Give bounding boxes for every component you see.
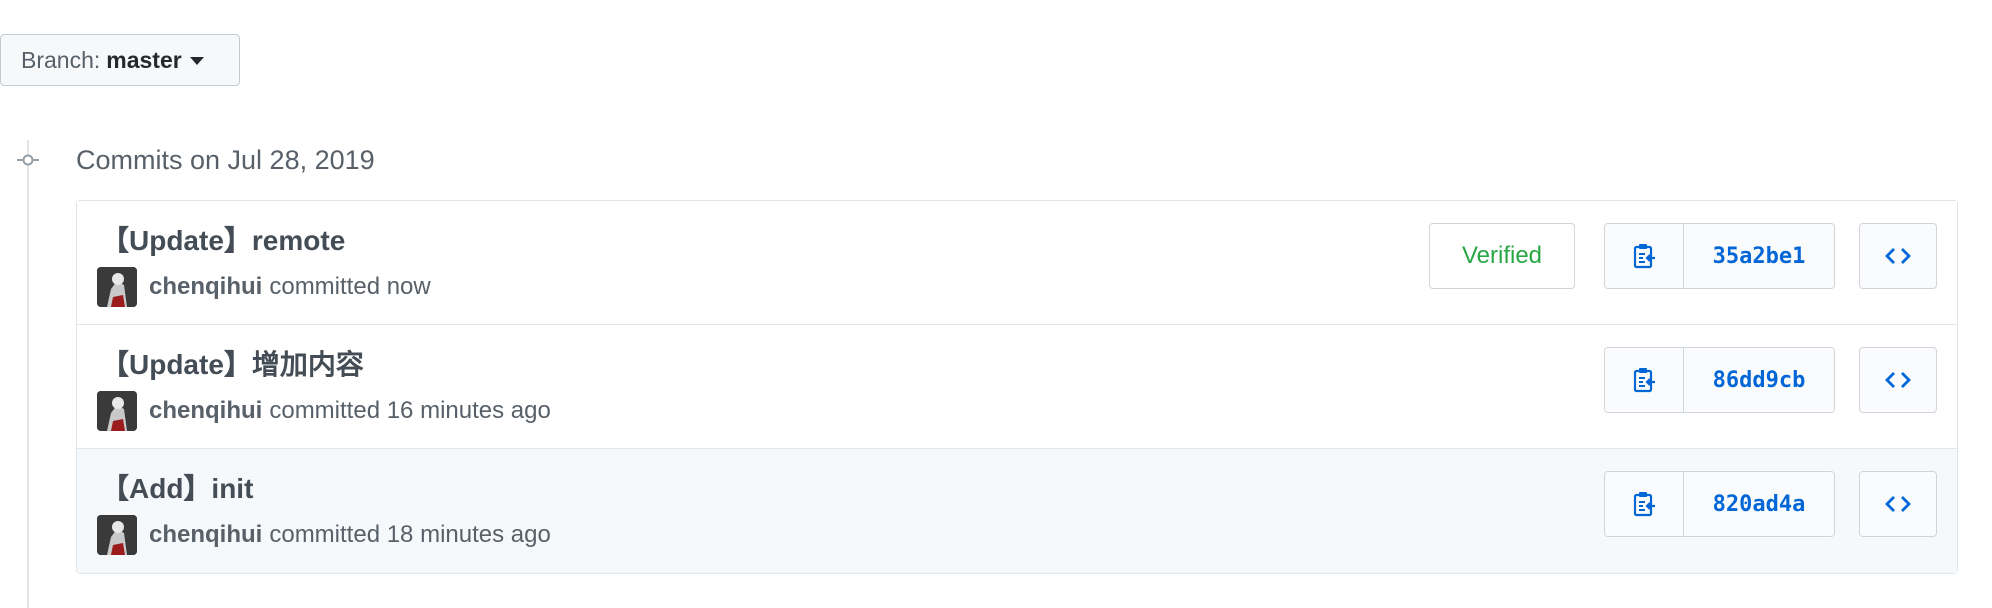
commit-meta: chenqihui committed 18 minutes ago (97, 515, 551, 555)
commit-message-link[interactable]: 【Update】remote (101, 223, 345, 259)
verified-badge[interactable]: Verified (1429, 223, 1575, 289)
browse-repo-button[interactable] (1859, 471, 1937, 537)
code-icon (1885, 496, 1911, 512)
branch-name: master (106, 46, 182, 73)
commit-message-link[interactable]: 【Add】init (101, 471, 253, 507)
commit-message-link[interactable]: 【Update】增加内容 (101, 347, 364, 383)
timeline-line (27, 140, 29, 608)
commit-sha-link[interactable]: 820ad4a (1684, 472, 1834, 536)
browse-repo-button[interactable] (1859, 223, 1937, 289)
copy-sha-button[interactable] (1605, 224, 1684, 288)
commit-sha-link[interactable]: 86dd9cb (1684, 348, 1834, 412)
commit-time-text: committed 16 minutes ago (269, 397, 551, 424)
commit-author-link[interactable]: chenqihui (149, 273, 262, 301)
code-icon (1885, 372, 1911, 388)
commit-author-link[interactable]: chenqihui (149, 397, 262, 425)
clipboard-icon (1633, 368, 1655, 393)
code-icon (1885, 248, 1911, 264)
commit-node-icon (17, 154, 39, 166)
commit-time-text: committed now (269, 273, 431, 300)
sha-button-group: 35a2be1 (1604, 223, 1835, 289)
commit-row: 【Update】remote chenqihui committed now V… (77, 201, 1957, 325)
avatar[interactable] (97, 515, 137, 555)
commits-page: Branch: master Commits on Jul 28, 2019 【… (0, 0, 1992, 608)
commit-list: 【Update】remote chenqihui committed now V… (76, 200, 1958, 574)
commit-sha-link[interactable]: 35a2be1 (1684, 224, 1834, 288)
commit-group-date-heading: Commits on Jul 28, 2019 (76, 145, 375, 175)
commit-row: 【Add】init chenqihui committed 18 minutes… (77, 449, 1957, 573)
commit-author-link[interactable]: chenqihui (149, 521, 262, 549)
commit-meta: chenqihui committed now (97, 267, 431, 307)
sha-button-group: 86dd9cb (1604, 347, 1835, 413)
branch-prefix-label: Branch: (21, 46, 101, 73)
clipboard-icon (1633, 244, 1655, 269)
branch-select-button[interactable]: Branch: master (0, 34, 240, 86)
commit-time-text: committed 18 minutes ago (269, 521, 551, 548)
copy-sha-button[interactable] (1605, 348, 1684, 412)
sha-button-group: 820ad4a (1604, 471, 1835, 537)
clipboard-icon (1633, 492, 1655, 517)
avatar[interactable] (97, 391, 137, 431)
browse-repo-button[interactable] (1859, 347, 1937, 413)
commit-meta: chenqihui committed 16 minutes ago (97, 391, 551, 431)
commit-row: 【Update】增加内容 chenqihui committed 16 minu… (77, 325, 1957, 449)
copy-sha-button[interactable] (1605, 472, 1684, 536)
caret-down-icon (189, 57, 204, 65)
avatar[interactable] (97, 267, 137, 307)
